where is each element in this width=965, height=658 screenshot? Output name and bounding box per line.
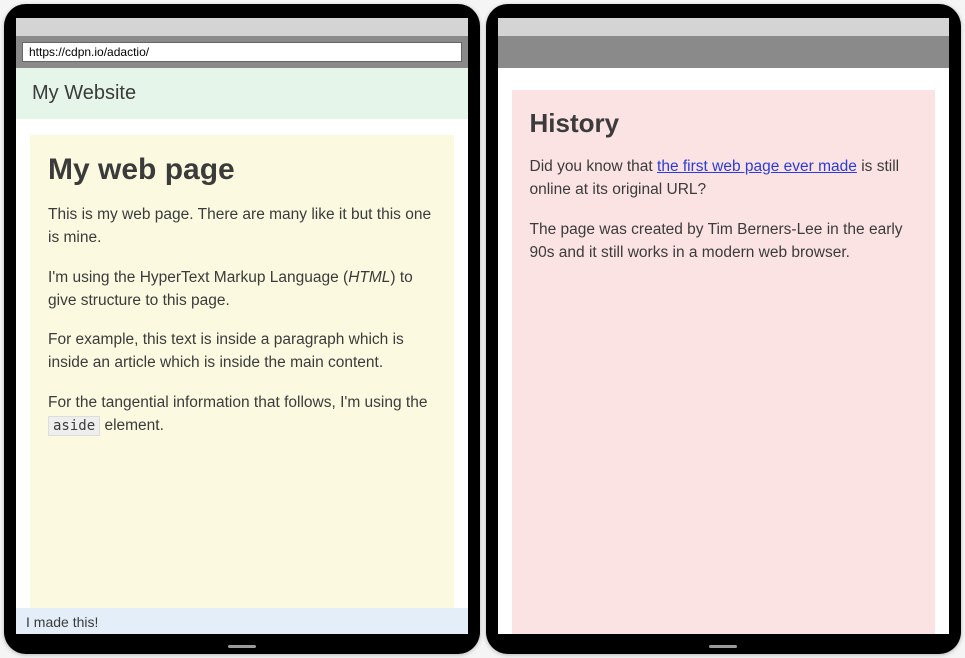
- page-heading: My web page: [48, 153, 436, 187]
- main-content-left: My web page This is my web page. There a…: [16, 119, 468, 608]
- device-screen-right: History Did you know that the first web …: [498, 18, 950, 634]
- browser-url-bar-empty: [498, 36, 950, 68]
- article-paragraph-3: For example, this text is inside a parag…: [48, 328, 436, 375]
- dual-device-stage: My Website My web page This is my web pa…: [0, 0, 965, 658]
- site-header: My Website: [16, 68, 468, 119]
- device-frame-left: My Website My web page This is my web pa…: [4, 4, 480, 654]
- site-footer: I made this!: [16, 608, 468, 634]
- text-span: For the tangential information that foll…: [48, 394, 427, 411]
- article-box: My web page This is my web page. There a…: [30, 135, 454, 608]
- browser-top-bar: [16, 18, 468, 36]
- article-paragraph-2: I'm using the HyperText Markup Language …: [48, 266, 436, 313]
- text-span: element.: [100, 417, 164, 434]
- site-title: My Website: [32, 82, 136, 104]
- device-frame-right: History Did you know that the first web …: [486, 4, 962, 654]
- browser-url-bar: [16, 36, 468, 68]
- device-screen-left: My Website My web page This is my web pa…: [16, 18, 468, 634]
- aside-code: aside: [48, 416, 100, 436]
- home-indicator-icon: [709, 645, 737, 648]
- text-span: I'm using the HyperText Markup Language …: [48, 269, 348, 286]
- footer-text: I made this!: [26, 614, 98, 630]
- aside-heading: History: [530, 108, 918, 139]
- html-emphasis: HTML: [348, 269, 390, 286]
- browser-top-bar: [498, 18, 950, 36]
- aside-paragraph-1: Did you know that the first web page eve…: [530, 155, 918, 202]
- article-paragraph-4: For the tangential information that foll…: [48, 391, 436, 438]
- home-indicator-icon: [228, 645, 256, 648]
- page-viewport-left[interactable]: My Website My web page This is my web pa…: [16, 68, 468, 634]
- page-viewport-right[interactable]: History Did you know that the first web …: [498, 68, 950, 634]
- url-input[interactable]: [22, 42, 462, 62]
- main-content-right: History Did you know that the first web …: [498, 68, 950, 634]
- aside-paragraph-2: The page was created by Tim Berners-Lee …: [530, 218, 918, 265]
- first-web-page-link[interactable]: the first web page ever made: [657, 158, 857, 175]
- text-span: Did you know that: [530, 158, 658, 175]
- article-paragraph-1: This is my web page. There are many like…: [48, 203, 436, 250]
- aside-box: History Did you know that the first web …: [512, 90, 936, 634]
